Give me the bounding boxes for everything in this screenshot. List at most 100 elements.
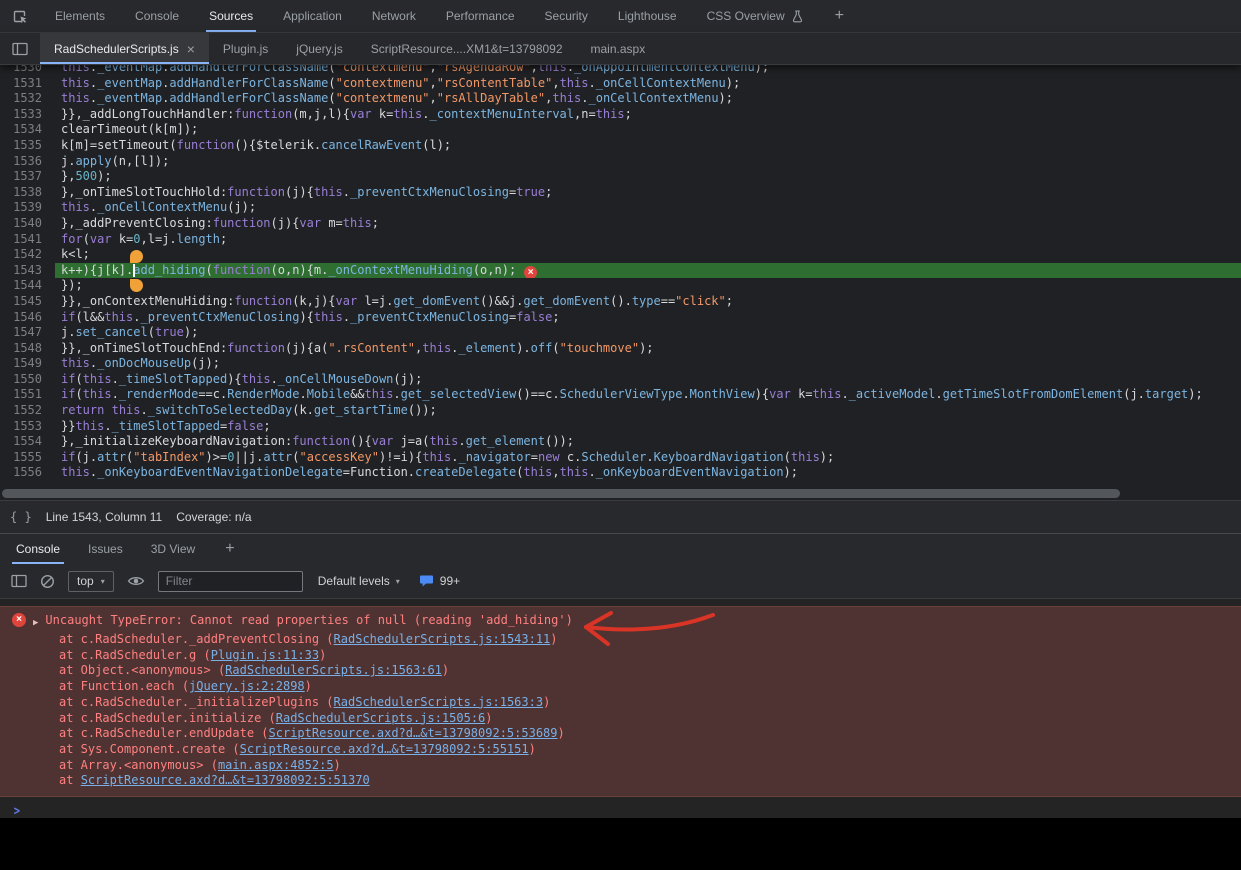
line-number[interactable]: 1553 (0, 419, 55, 435)
horizontal-scrollbar[interactable] (0, 487, 1241, 500)
scrollbar-thumb[interactable] (2, 489, 1120, 498)
navigator-toggle-icon[interactable] (0, 33, 40, 64)
file-tab-main-aspx[interactable]: main.aspx (577, 33, 660, 64)
line-number[interactable]: 1551 (0, 387, 55, 403)
line-number[interactable]: 1538 (0, 185, 55, 201)
console-filter-input[interactable] (158, 571, 303, 592)
line-number[interactable]: 1541 (0, 232, 55, 248)
line-number[interactable]: 1532 (0, 91, 55, 107)
line-number[interactable]: 1539 (0, 200, 55, 216)
selection-handle-top[interactable] (130, 250, 143, 263)
tab-performance[interactable]: Performance (431, 0, 530, 32)
line-number[interactable]: 1540 (0, 216, 55, 232)
line-number[interactable]: 1546 (0, 310, 55, 326)
code-text[interactable]: },_initializeKeyboardNavigation:function… (55, 434, 1241, 450)
stack-source-link[interactable]: RadSchedulerScripts.js:1563:3 (334, 695, 544, 709)
console-sidebar-toggle-icon[interactable] (11, 574, 27, 588)
pretty-print-icon[interactable]: { } (10, 510, 32, 524)
log-levels-dropdown[interactable]: Default levels ▾ (318, 574, 400, 588)
line-number[interactable]: 1552 (0, 403, 55, 419)
line-number[interactable]: 1536 (0, 154, 55, 170)
live-expression-eye-icon[interactable] (127, 575, 145, 587)
drawer-tab-console[interactable]: Console (2, 534, 74, 564)
file-tab-jquery-js[interactable]: jQuery.js (282, 33, 356, 64)
drawer-tab-issues[interactable]: Issues (74, 534, 137, 564)
code-text[interactable]: return this._switchToSelectedDay(k.get_s… (55, 403, 1241, 419)
tab-application[interactable]: Application (268, 0, 357, 32)
code-text[interactable]: for(var k=0,l=j.length; (55, 232, 1241, 248)
code-text[interactable]: this._onKeyboardEventNavigationDelegate=… (55, 465, 1241, 481)
tab-console[interactable]: Console (120, 0, 194, 32)
stack-source-link[interactable]: RadSchedulerScripts.js:1505:6 (276, 711, 486, 725)
stack-source-link[interactable]: main.aspx:4852:5 (218, 758, 334, 772)
code-text[interactable]: j.set_cancel(true); (55, 325, 1241, 341)
code-text[interactable]: this._eventMap.addHandlerForClassName("c… (55, 76, 1241, 92)
line-number[interactable]: 1542 (0, 247, 55, 263)
tab-css-overview[interactable]: CSS Overview (692, 0, 819, 32)
error-icon[interactable]: × (524, 266, 537, 279)
tab-elements[interactable]: Elements (40, 0, 120, 32)
code-text[interactable]: if(this._timeSlotTapped){this._onCellMou… (55, 372, 1241, 388)
code-text[interactable]: this._onCellContextMenu(j); (55, 200, 1241, 216)
code-text[interactable]: }},_onContextMenuHiding:function(k,j){va… (55, 294, 1241, 310)
line-number[interactable]: 1547 (0, 325, 55, 341)
code-text[interactable]: },_addPreventClosing:function(j){var m=t… (55, 216, 1241, 232)
line-number[interactable]: 1549 (0, 356, 55, 372)
stack-source-link[interactable]: ScriptResource.axd?d…&t=13798092:5:55151 (240, 742, 529, 756)
line-number[interactable]: 1535 (0, 138, 55, 154)
code-text[interactable]: j.apply(n,[l]); (55, 154, 1241, 170)
drawer-tab-3d-view[interactable]: 3D View (137, 534, 209, 564)
line-number[interactable]: 1531 (0, 76, 55, 92)
code-text[interactable]: this._eventMap.addHandlerForClassName("c… (55, 91, 1241, 107)
file-tab-plugin-js[interactable]: Plugin.js (209, 33, 282, 64)
code-text[interactable]: k[m]=setTimeout(function(){$telerik.canc… (55, 138, 1241, 154)
code-text[interactable]: this._eventMap.addHandlerForClassName("c… (55, 65, 1241, 76)
code-text[interactable]: }}this._timeSlotTapped=false; (55, 419, 1241, 435)
code-text[interactable]: k++){j[k].add_hiding(function(o,n){m._on… (55, 263, 1241, 279)
code-text[interactable]: if(j.attr("tabIndex")>=0||j.attr("access… (55, 450, 1241, 466)
line-number[interactable]: 1537 (0, 169, 55, 185)
code-text[interactable]: }},_addLongTouchHandler:function(m,j,l){… (55, 107, 1241, 123)
code-text[interactable]: if(this._renderMode==c.RenderMode.Mobile… (55, 387, 1241, 403)
line-number[interactable]: 1555 (0, 450, 55, 466)
code-text[interactable]: if(l&&this._preventCtxMenuClosing){this.… (55, 310, 1241, 326)
add-drawer-tab-button[interactable]: + (209, 534, 250, 564)
line-number[interactable]: 1533 (0, 107, 55, 123)
stack-source-link[interactable]: Plugin.js:11:33 (211, 648, 319, 662)
stack-source-link[interactable]: ScriptResource.axd?d…&t=13798092:5:51370 (81, 773, 370, 787)
file-tab-scriptresource-xm1-t-13798092[interactable]: ScriptResource....XM1&t=13798092 (357, 33, 577, 64)
stack-source-link[interactable]: RadSchedulerScripts.js:1563:61 (225, 663, 442, 677)
tab-network[interactable]: Network (357, 0, 431, 32)
tab-security[interactable]: Security (530, 0, 603, 32)
code-text[interactable]: }},_onTimeSlotTouchEnd:function(j){a(".r… (55, 341, 1241, 357)
close-tab-icon[interactable]: × (187, 42, 195, 56)
execution-context-selector[interactable]: top ▾ (68, 571, 114, 592)
tab-lighthouse[interactable]: Lighthouse (603, 0, 692, 32)
line-number[interactable]: 1534 (0, 122, 55, 138)
selection-handle-bottom[interactable] (130, 279, 143, 292)
code-text[interactable]: k<l; (55, 247, 1241, 263)
code-text[interactable]: }); (55, 278, 1241, 294)
clear-console-icon[interactable] (40, 574, 55, 589)
stack-source-link[interactable]: RadSchedulerScripts.js:1543:11 (334, 632, 551, 646)
console-prompt[interactable]: > (0, 802, 1241, 818)
tab-sources[interactable]: Sources (194, 0, 268, 32)
code-text[interactable]: },500); (55, 169, 1241, 185)
stack-source-link[interactable]: jQuery.js:2:2898 (189, 679, 305, 693)
code-text[interactable]: this._onDocMouseUp(j); (55, 356, 1241, 372)
code-text[interactable]: clearTimeout(k[m]); (55, 122, 1241, 138)
line-number[interactable]: 1550 (0, 372, 55, 388)
expand-triangle-icon[interactable]: ▶ (33, 615, 38, 632)
line-number[interactable]: 1543 (0, 263, 55, 279)
line-number[interactable]: 1530 (0, 65, 55, 76)
line-number[interactable]: 1554 (0, 434, 55, 450)
issues-counter[interactable]: 99+ (419, 574, 460, 588)
line-number[interactable]: 1545 (0, 294, 55, 310)
inspect-element-button[interactable] (0, 0, 40, 32)
line-number[interactable]: 1544 (0, 278, 55, 294)
more-tabs-button[interactable]: + (819, 0, 860, 32)
line-number[interactable]: 1556 (0, 465, 55, 481)
stack-source-link[interactable]: ScriptResource.axd?d…&t=13798092:5:53689 (269, 726, 558, 740)
file-tab-radschedulerscripts-js[interactable]: RadSchedulerScripts.js× (40, 33, 209, 64)
code-text[interactable]: },_onTimeSlotTouchHold:function(j){this.… (55, 185, 1241, 201)
